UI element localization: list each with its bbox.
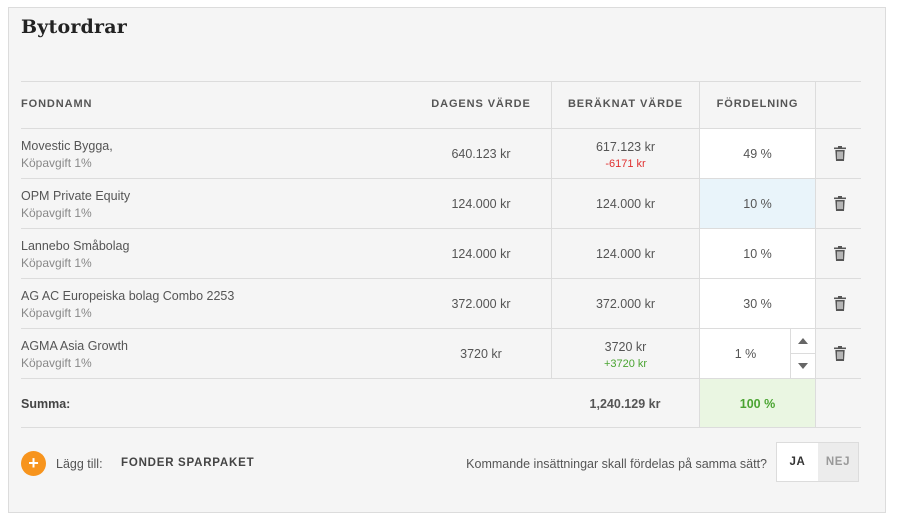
table-row: AG AC Europeiska bolag Combo 2253 Köpavg… (21, 278, 861, 328)
distribution-input[interactable]: 49 % (699, 129, 816, 178)
distribution-question: Kommande insättningar skall fördelas på … (466, 457, 767, 471)
page-title: Bytordrar (21, 16, 127, 38)
fund-fee: Köpavgift 1% (21, 156, 92, 170)
delete-button[interactable] (816, 179, 861, 228)
delete-button[interactable] (816, 279, 861, 328)
delete-button[interactable] (816, 129, 861, 178)
calculated-value: 617.123 kr (595, 140, 656, 154)
todays-value: 640.123 kr (451, 147, 511, 161)
header-calculated-value: BERÄKNAT VÄRDE (567, 98, 684, 110)
calculated-value: 124.000 kr (595, 197, 656, 211)
distribution-stepper (790, 329, 815, 378)
table-row: Lannebo Småbolag Köpavgift 1% 124.000 kr… (21, 228, 861, 278)
distribution-value: 1 % (734, 347, 757, 361)
orders-table: FONDNAMN DAGENS VÄRDE BERÄKNAT VÄRDE FÖR… (21, 81, 861, 428)
distribution-input[interactable]: 10 % (699, 179, 816, 228)
header-distribution: FÖRDELNING (716, 98, 799, 110)
add-label: Lägg till: (56, 457, 103, 471)
trash-icon (834, 246, 846, 261)
add-button[interactable]: + (21, 451, 46, 476)
table-row: Movestic Bygga, Köpavgift 1% 640.123 kr … (21, 128, 861, 178)
table-header: FONDNAMN DAGENS VÄRDE BERÄKNAT VÄRDE FÖR… (21, 81, 861, 128)
yes-button[interactable]: JA (777, 443, 819, 481)
distribution-input[interactable]: 1 % (699, 329, 816, 378)
fund-name: Movestic Bygga, (21, 139, 113, 153)
delete-button[interactable] (816, 329, 861, 378)
calculated-value: 372.000 kr (595, 297, 656, 311)
order-footer: + Lägg till: FONDER SPARPAKET Kommande i… (21, 440, 861, 494)
header-fund-name: FONDNAMN (21, 98, 93, 110)
fund-name: Lannebo Småbolag (21, 239, 130, 253)
exchange-orders-panel: Bytordrar FONDNAMN DAGENS VÄRDE BERÄKNAT… (8, 7, 886, 513)
distribution-value: 10 % (743, 247, 772, 261)
chevron-down-icon (798, 363, 808, 369)
summary-row: Summa: 1,240.129 kr 100 % (21, 378, 861, 428)
distribution-input[interactable]: 10 % (699, 229, 816, 278)
add-packages-link[interactable]: SPARPAKET (178, 457, 254, 469)
distribution-value: 10 % (743, 197, 772, 211)
trash-icon (834, 296, 846, 311)
summary-label: Summa: (21, 397, 71, 411)
fund-name: AG AC Europeiska bolag Combo 2253 (21, 289, 235, 303)
fund-fee: Köpavgift 1% (21, 306, 92, 320)
add-funds-link[interactable]: FONDER (121, 457, 174, 469)
fund-name: OPM Private Equity (21, 189, 131, 203)
distribution-toggle: JA NEJ (776, 442, 859, 482)
distribution-input[interactable]: 30 % (699, 279, 816, 328)
todays-value: 372.000 kr (451, 297, 511, 311)
distribution-value: 30 % (743, 297, 772, 311)
stepper-up-button[interactable] (791, 329, 815, 354)
delete-button[interactable] (816, 229, 861, 278)
todays-value: 124.000 kr (451, 247, 511, 261)
trash-icon (834, 146, 846, 161)
summary-total-value: 1,240.129 kr (589, 397, 661, 411)
trash-icon (834, 196, 846, 211)
fund-fee: Köpavgift 1% (21, 206, 92, 220)
fund-name: AGMA Asia Growth (21, 339, 128, 353)
table-row: OPM Private Equity Köpavgift 1% 124.000 … (21, 178, 861, 228)
summary-distribution-total: 100 % (739, 397, 776, 411)
value-difference: -6171 kr (605, 158, 646, 170)
fund-fee: Köpavgift 1% (21, 356, 92, 370)
calculated-value: 124.000 kr (595, 247, 656, 261)
trash-icon (834, 346, 846, 361)
no-button[interactable]: NEJ (818, 443, 858, 481)
distribution-value: 49 % (743, 147, 772, 161)
chevron-up-icon (798, 338, 808, 344)
value-difference: +3720 kr (603, 358, 648, 370)
fund-fee: Köpavgift 1% (21, 256, 92, 270)
header-todays-value: DAGENS VÄRDE (431, 98, 531, 110)
table-row: AGMA Asia Growth Köpavgift 1% 3720 kr 37… (21, 328, 861, 378)
stepper-down-button[interactable] (791, 354, 815, 378)
todays-value: 3720 kr (460, 347, 502, 361)
todays-value: 124.000 kr (451, 197, 511, 211)
calculated-value: 3720 kr (604, 340, 647, 354)
